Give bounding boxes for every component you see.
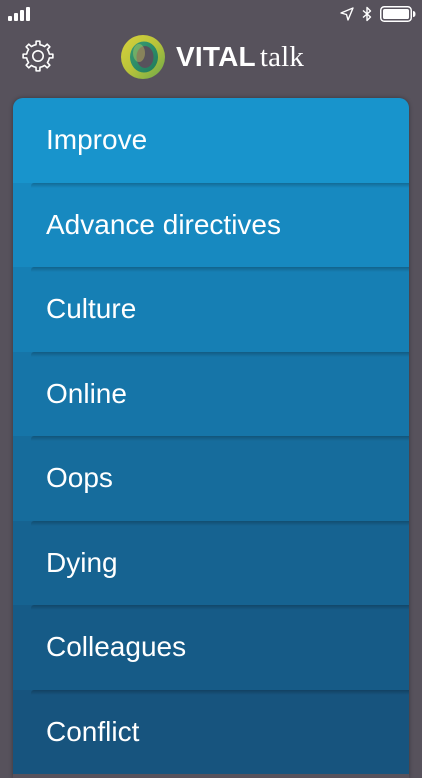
battery-icon	[380, 6, 416, 22]
menu-item-culture[interactable]: Culture	[13, 267, 409, 352]
menu-item-dying[interactable]: Dying	[13, 520, 409, 605]
app-header: VITAL talk	[0, 28, 422, 88]
menu-item-oops[interactable]: Oops	[13, 436, 409, 521]
logo-text-bold: VITAL	[176, 40, 256, 72]
status-right-group	[340, 5, 416, 23]
menu-item-online[interactable]: Online	[13, 351, 409, 436]
vitaltalk-ring-icon	[121, 35, 165, 79]
vitaltalk-logo: VITAL talk	[120, 34, 304, 80]
menu-item-label: Improve	[46, 124, 148, 156]
menu-item-improve[interactable]: Improve	[13, 98, 409, 183]
menu-item-label: Colleagues	[46, 631, 187, 663]
menu-item-label: Conflict	[46, 715, 140, 747]
topic-menu: Improve Advance directives Culture Onlin…	[13, 98, 409, 778]
status-bar	[0, 0, 422, 28]
bluetooth-icon	[362, 6, 372, 22]
menu-item-label: Oops	[46, 462, 113, 494]
menu-item-label: Online	[46, 377, 127, 409]
menu-item-label: Culture	[46, 293, 137, 325]
menu-item-advance-directives[interactable]: Advance directives	[13, 182, 409, 267]
logo-text-light: talk	[259, 40, 305, 73]
location-arrow-icon	[340, 7, 354, 21]
gear-outline	[22, 40, 54, 72]
menu-item-conflict[interactable]: Conflict	[13, 689, 409, 774]
signal-icon	[8, 7, 30, 21]
gear-icon[interactable]	[20, 38, 56, 74]
logo-wordmark: VITAL talk	[176, 41, 304, 74]
menu-item-colleagues[interactable]: Colleagues	[13, 605, 409, 690]
menu-item-label: Advance directives	[46, 208, 282, 240]
menu-item-label: Dying	[46, 546, 118, 578]
